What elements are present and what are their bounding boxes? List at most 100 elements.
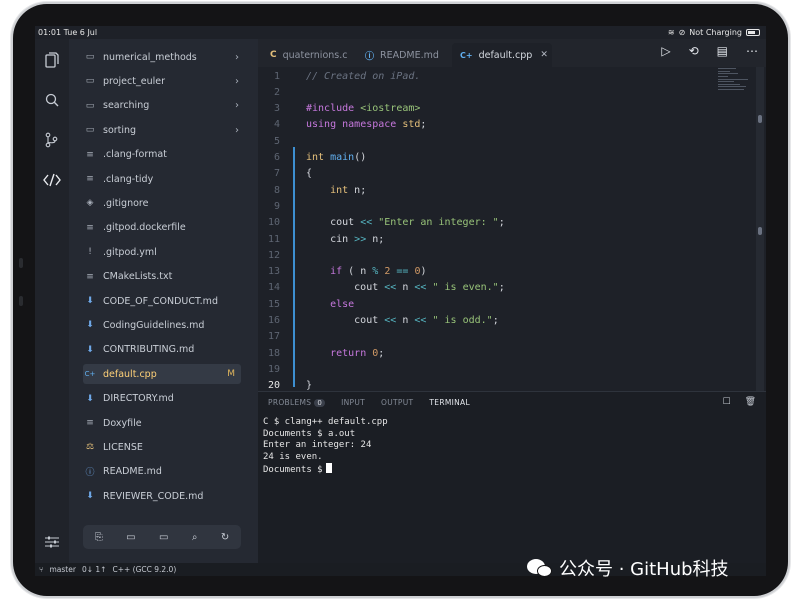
folder-item[interactable]: ▭ numerical_methods › [83,47,241,67]
settings-sliders-icon[interactable] [43,533,61,551]
code-line[interactable]: 14 cout << n << " is even."; [258,280,738,296]
code-line[interactable]: 19 [258,361,738,377]
folder-item[interactable]: ▭ sorting › [83,120,241,140]
tab-default-cpp[interactable]: C+ default.cpp ✕ [452,43,552,67]
code-line[interactable]: 3 #include <iostream> [258,101,738,117]
file-label: searching [103,100,150,112]
tab-readme[interactable]: ⓘ README.md [365,43,439,67]
file-item[interactable]: ≡ .clang-tidy [83,169,241,189]
file-item[interactable]: ⓘ README.md [83,462,241,482]
code-line[interactable]: 4 using namespace std; [258,117,738,133]
device-side-button [19,258,23,268]
tab-quaternions[interactable]: C quaternions.c [270,43,347,67]
folder-item[interactable]: ▭ searching › [83,96,241,116]
info-icon: ⓘ [365,51,375,62]
tab-terminal[interactable]: TERMINAL [429,398,470,407]
code-token: "Enter an integer: " [378,217,499,229]
branch-name[interactable]: master [50,565,76,574]
file-item[interactable]: ◈ .gitignore [83,193,241,213]
markdown-icon: ⬇ [86,393,94,404]
code-line[interactable]: 1 // Created on iPad. [258,68,738,84]
line-number: 6 [273,152,280,163]
trash-icon[interactable]: 🗑 [745,397,756,407]
code-line[interactable]: 16 cout << n << " is odd."; [258,313,738,329]
more-icon[interactable]: ⋯ [746,44,758,58]
run-icon[interactable]: ▷ [661,44,670,58]
search-icon[interactable] [43,91,61,109]
source-control-icon[interactable] [43,131,61,149]
code-line[interactable]: 18 return 0; [258,345,738,361]
maximize-panel-icon[interactable]: ☐ [722,397,730,407]
code-text: cout << n << " is odd."; [292,315,499,326]
new-folder-icon[interactable]: ▭ [126,532,135,543]
code-token: ; [420,119,427,131]
code-token: << [384,315,397,326]
code-line[interactable]: 7{ [258,166,738,182]
sync-status[interactable]: 0↓ 1↑ [82,565,107,574]
refresh-icon[interactable]: ↻ [221,532,229,543]
code-line[interactable]: 15 else [258,296,738,312]
code-line[interactable]: 9 [258,198,738,214]
explorer-icon[interactable] [43,51,61,69]
code-token: if [330,266,343,278]
file-item[interactable]: ≡ CMakeLists.txt [83,267,241,287]
file-item[interactable]: ≡ .gitpod.dockerfile [83,218,241,238]
code-line[interactable]: 10 cout << "Enter an integer: "; [258,215,738,231]
code-token: << [360,217,373,229]
code-line[interactable]: 5 [258,133,738,149]
code-line[interactable]: 8 int n; [258,182,738,198]
tab-problems[interactable]: PROBLEMS 0 [268,398,326,407]
code-editor[interactable]: 1 // Created on iPad. 2 3 #include <iostream… [258,67,766,391]
editor-scrollbar[interactable] [756,67,764,391]
folder-item[interactable]: ▭ project_euler › [83,71,241,91]
search-files-icon[interactable]: ⌕ [192,532,198,543]
code-token: int [330,184,349,196]
refresh-icon[interactable]: ⟲ [689,44,699,58]
code-token: == [396,266,409,278]
code-token: cin [306,233,355,245]
code-line[interactable]: 6 int main() [258,150,738,166]
code-token: cout [306,282,385,294]
code-line[interactable]: 13 if ( n % 2 == 0) [258,264,738,280]
code-text: return 0; [292,348,384,359]
close-tab-icon[interactable]: ✕ [540,50,548,60]
language-mode[interactable]: C++ (GCC 9.2.0) [112,565,176,574]
line-number: 18 [267,347,280,359]
code-token: << [384,282,397,294]
line-number: 15 [267,298,280,310]
file-item[interactable]: ≡ Doxyfile [83,413,241,433]
code-text: { [292,168,312,179]
chevron-right-icon: › [235,51,239,63]
file-item[interactable]: ! .gitpod.yml [83,242,241,262]
file-label: CodingGuidelines.md [103,319,205,331]
code-line[interactable]: 17 [258,329,738,345]
file-item[interactable]: ⬇ CodingGuidelines.md [83,315,241,335]
file-item[interactable]: C+ default.cpp M [83,364,241,385]
markdown-icon: ⬇ [86,296,94,306]
file-item[interactable]: ⬇ CONTRIBUTING.md [83,340,241,360]
file-item[interactable]: ⬇ CODE_OF_CONDUCT.md [83,291,241,311]
file-label: README.md [103,466,162,478]
code-line[interactable]: 2 [258,84,738,100]
file-item[interactable]: ⚖ LICENSE [83,437,241,457]
markdown-icon: ⬇ [86,344,94,355]
problems-count-badge: 0 [314,399,326,407]
file-item[interactable]: ≡ .clang-format [83,145,241,165]
folder-action-icon[interactable]: ▭ [159,532,168,543]
book-icon[interactable]: ▤ [717,44,728,58]
line-number: 8 [273,184,280,196]
terminal-output[interactable]: C $ clang++ default.cpp Documents $ a.ou… [263,417,388,477]
markdown-icon: ⬇ [86,491,94,502]
tab-output[interactable]: OUTPUT [381,398,413,407]
tab-input[interactable]: INPUT [341,398,365,407]
code-token: n; [366,233,385,245]
file-item[interactable]: ⬇ REVIEWER_CODE.md [83,486,241,506]
code-icon[interactable] [43,171,61,189]
code-line[interactable]: 12 [258,247,738,263]
code-line[interactable]: 11 cin >> n; [258,231,738,247]
new-file-icon[interactable]: ⎘ [95,532,103,543]
file-item[interactable]: ⬇ DIRECTORY.md [83,389,241,409]
code-token: cout [306,315,385,326]
folder-icon: ▭ [85,76,95,87]
